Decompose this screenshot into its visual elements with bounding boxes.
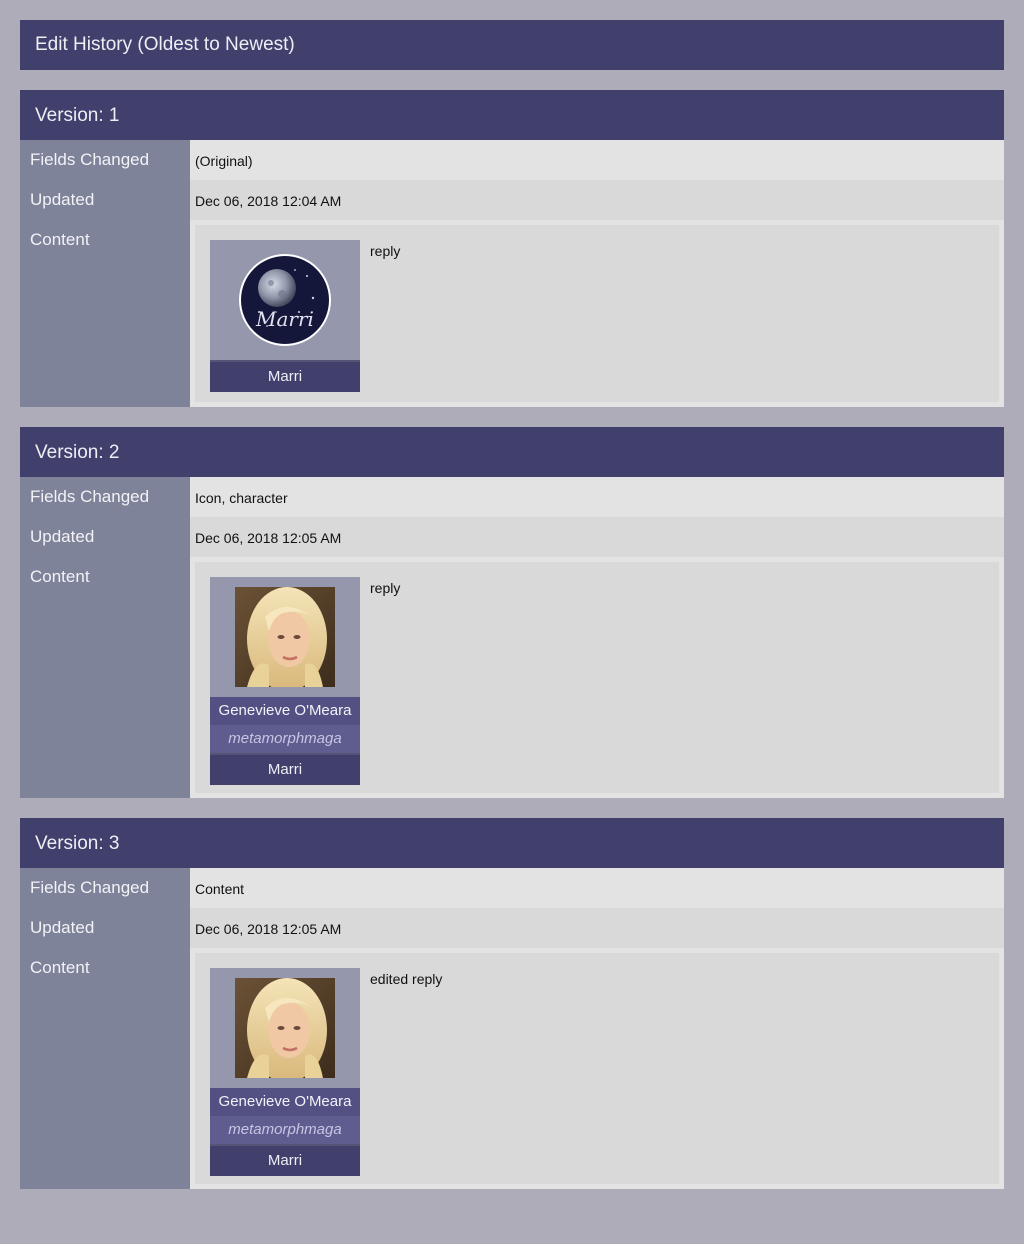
fields-changed-row: Fields Changed Icon, character <box>20 477 1004 517</box>
post: Genevieve O'Meara metamorphmaga Marri ed… <box>195 953 999 1184</box>
user-link[interactable]: Marri <box>210 1144 360 1176</box>
content-row: Content <box>20 220 1004 407</box>
screenname-label: metamorphmaga <box>210 1116 360 1144</box>
post-content: reply <box>370 580 401 596</box>
moon-logo-icon[interactable]: Marri <box>237 252 333 348</box>
updated-label: Updated <box>20 908 190 948</box>
portrait-icon[interactable] <box>235 587 335 687</box>
updated-label: Updated <box>20 180 190 220</box>
fields-changed-label: Fields Changed <box>20 140 190 180</box>
content-value: Genevieve O'Meara metamorphmaga Marri ed… <box>190 948 1004 1189</box>
character-link[interactable]: Genevieve O'Meara <box>210 697 360 725</box>
user-link[interactable]: Marri <box>210 753 360 785</box>
content-label: Content <box>20 220 190 407</box>
post-info: Genevieve O'Meara metamorphmaga Marri <box>210 577 360 785</box>
fields-changed-label: Fields Changed <box>20 868 190 908</box>
updated-row: Updated Dec 06, 2018 12:05 AM <box>20 908 1004 948</box>
content-row: Content <box>20 557 1004 798</box>
post-info: Marri Marri <box>210 240 360 392</box>
logo-lettering: Marri <box>255 307 314 331</box>
version-block: Version: 2 Fields Changed Icon, characte… <box>20 427 1004 798</box>
version-block: Version: 1 Fields Changed (Original) Upd… <box>20 90 1004 407</box>
icon-panel <box>210 577 360 697</box>
page-title: Edit History (Oldest to Newest) <box>20 20 1004 70</box>
version-heading: Version: 2 <box>20 427 1004 477</box>
character-link[interactable]: Genevieve O'Meara <box>210 1088 360 1116</box>
fields-changed-row: Fields Changed (Original) <box>20 140 1004 180</box>
updated-row: Updated Dec 06, 2018 12:05 AM <box>20 517 1004 557</box>
content-row: Content <box>20 948 1004 1189</box>
content-label: Content <box>20 948 190 1189</box>
screenname-label: metamorphmaga <box>210 725 360 753</box>
post: Genevieve O'Meara metamorphmaga Marri re… <box>195 562 999 793</box>
content-label: Content <box>20 557 190 798</box>
updated-value: Dec 06, 2018 12:05 AM <box>190 908 1004 948</box>
version-heading: Version: 1 <box>20 90 1004 140</box>
updated-label: Updated <box>20 517 190 557</box>
portrait-icon[interactable] <box>235 978 335 1078</box>
post-content: edited reply <box>370 971 443 987</box>
post-content: reply <box>370 243 401 259</box>
content-value: Genevieve O'Meara metamorphmaga Marri re… <box>190 557 1004 798</box>
icon-panel: Marri <box>210 240 360 360</box>
version-heading: Version: 3 <box>20 818 1004 868</box>
icon-panel <box>210 968 360 1088</box>
fields-changed-value: Content <box>190 868 1004 908</box>
updated-row: Updated Dec 06, 2018 12:04 AM <box>20 180 1004 220</box>
updated-value: Dec 06, 2018 12:05 AM <box>190 517 1004 557</box>
fields-changed-row: Fields Changed Content <box>20 868 1004 908</box>
content-value: Marri Marri reply <box>190 220 1004 407</box>
version-block: Version: 3 Fields Changed Content Update… <box>20 818 1004 1189</box>
fields-changed-value: Icon, character <box>190 477 1004 517</box>
post-info: Genevieve O'Meara metamorphmaga Marri <box>210 968 360 1176</box>
updated-value: Dec 06, 2018 12:04 AM <box>190 180 1004 220</box>
user-link[interactable]: Marri <box>210 360 360 392</box>
fields-changed-value: (Original) <box>190 140 1004 180</box>
post: Marri Marri reply <box>195 225 999 402</box>
fields-changed-label: Fields Changed <box>20 477 190 517</box>
